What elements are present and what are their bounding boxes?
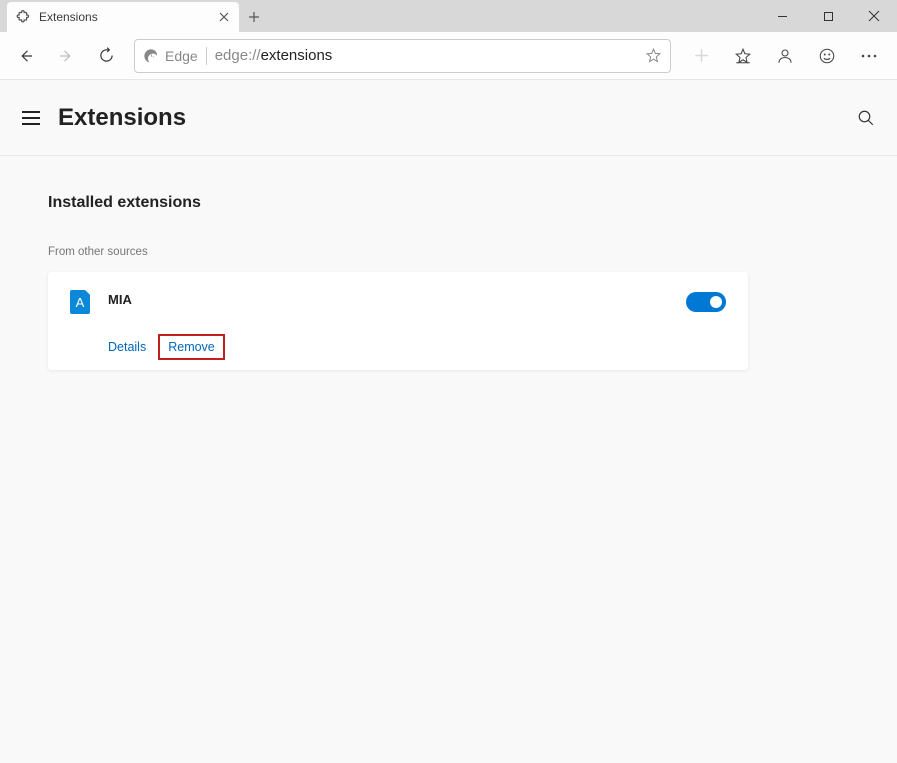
divider bbox=[206, 47, 207, 65]
page-header: Extensions bbox=[0, 80, 897, 156]
tab-title: Extensions bbox=[39, 10, 209, 24]
minimize-button[interactable] bbox=[759, 0, 805, 32]
more-menu-icon[interactable] bbox=[849, 38, 889, 74]
extension-puzzle-icon bbox=[15, 9, 31, 25]
maximize-button[interactable] bbox=[805, 0, 851, 32]
page-content: Extensions Installed extensions From oth… bbox=[0, 80, 897, 763]
search-icon[interactable] bbox=[857, 109, 875, 127]
url-path: extensions bbox=[261, 47, 333, 64]
browser-tab[interactable]: Extensions bbox=[7, 2, 239, 32]
extension-app-icon: A bbox=[70, 290, 90, 314]
details-link[interactable]: Details bbox=[108, 340, 146, 354]
extension-row: A MIA bbox=[70, 290, 726, 314]
titlebar: Extensions bbox=[0, 0, 897, 32]
edge-icon bbox=[143, 48, 159, 64]
toolbar-right bbox=[681, 38, 889, 74]
emoji-icon[interactable] bbox=[807, 38, 847, 74]
site-identity: Edge bbox=[143, 48, 198, 64]
url-text: edge://extensions bbox=[215, 47, 637, 64]
new-tab-button[interactable] bbox=[239, 2, 269, 32]
hamburger-menu-icon[interactable] bbox=[22, 106, 46, 130]
favorite-star-icon[interactable] bbox=[645, 47, 662, 64]
page-body: Installed extensions From other sources … bbox=[0, 156, 897, 408]
url-scheme: edge:// bbox=[215, 47, 261, 64]
page-title: Extensions bbox=[58, 104, 186, 132]
close-window-button[interactable] bbox=[851, 0, 897, 32]
remove-link[interactable]: Remove bbox=[158, 334, 225, 360]
profile-icon[interactable] bbox=[765, 38, 805, 74]
address-bar[interactable]: Edge edge://extensions bbox=[134, 39, 671, 73]
extension-name: MIA bbox=[108, 290, 668, 307]
back-button[interactable] bbox=[8, 38, 44, 74]
toolbar: Edge edge://extensions bbox=[0, 32, 897, 80]
site-identity-label: Edge bbox=[165, 48, 198, 64]
forward-button[interactable] bbox=[48, 38, 84, 74]
extension-toggle[interactable] bbox=[686, 292, 726, 312]
extension-actions: Details Remove bbox=[108, 340, 726, 354]
add-extension-icon[interactable] bbox=[681, 38, 721, 74]
close-tab-icon[interactable] bbox=[217, 10, 231, 24]
extension-card: A MIA Details Remove bbox=[48, 272, 748, 370]
window-controls bbox=[759, 0, 897, 32]
refresh-button[interactable] bbox=[88, 38, 124, 74]
section-title: Installed extensions bbox=[48, 194, 849, 212]
favorites-icon[interactable] bbox=[723, 38, 763, 74]
source-label: From other sources bbox=[48, 246, 849, 258]
